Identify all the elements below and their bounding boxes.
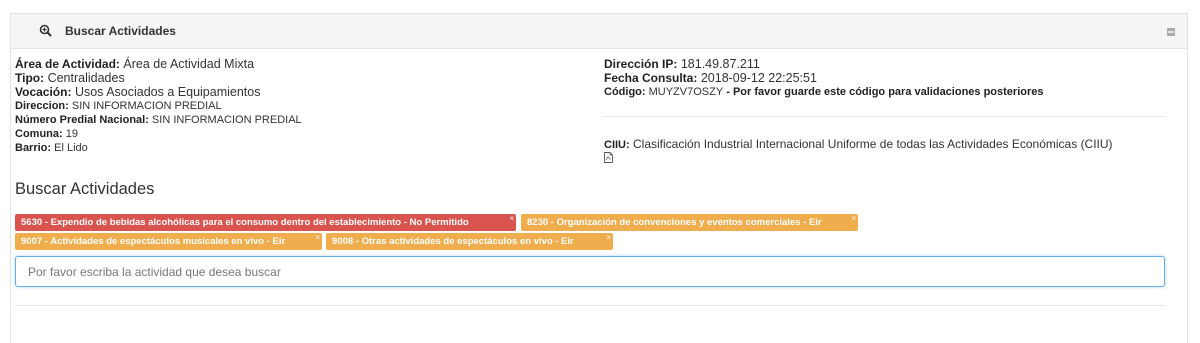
- pdf-file-icon[interactable]: [604, 152, 613, 163]
- info-value: 181.49.87.211: [677, 57, 760, 71]
- info-area-actividad: Área de Actividad: Área de Actividad Mix…: [15, 57, 595, 71]
- info-value: MUYZV7OSZY: [645, 86, 724, 98]
- info-tipo: Tipo: Centralidades: [15, 71, 595, 85]
- info-label: CIIU:: [604, 139, 630, 151]
- tag-label: 5630 - Expendio de bebidas alcohólicas p…: [21, 217, 469, 228]
- info-label: Área de Actividad:: [15, 57, 120, 71]
- tag-label: 8230 - Organización de convenciones y ev…: [527, 217, 822, 228]
- tag-remove-icon[interactable]: ×: [851, 210, 856, 227]
- info-ip: Dirección IP: 181.49.87.211: [604, 57, 1164, 71]
- tag-remove-icon[interactable]: ×: [315, 229, 320, 246]
- divider: [604, 116, 1164, 117]
- info-label: Comuna:: [15, 128, 63, 140]
- panel-title: Buscar Actividades: [65, 24, 176, 38]
- ciiu-value: Clasificación Industrial Internacional U…: [629, 137, 1113, 151]
- info-value: Área de Actividad Mixta: [119, 57, 255, 71]
- info-comuna: Comuna: 19: [15, 127, 595, 141]
- info-numero-predial: Número Predial Nacional: SIN INFORMACION…: [15, 113, 595, 127]
- info-value: Centralidades: [44, 71, 125, 85]
- info-vocacion: Vocación: Usos Asociados a Equipamientos: [15, 85, 595, 99]
- activity-search-input[interactable]: [15, 256, 1165, 287]
- info-label: Fecha Consulta:: [604, 71, 698, 85]
- tag-label: 9008 - Otras actividades de espectáculos…: [332, 236, 574, 247]
- activity-tag-9007[interactable]: 9007 - Actividades de espectáculos music…: [15, 233, 322, 250]
- info-label: Barrio:: [15, 142, 52, 154]
- section-title: Buscar Actividades: [15, 180, 155, 198]
- info-direccion: Direccion: SIN INFORMACION PREDIAL: [15, 99, 595, 113]
- panel-header: Buscar Actividades: [11, 14, 1187, 49]
- search-plus-icon: [39, 24, 52, 37]
- codigo-note: - Por favor guarde este código para vali…: [723, 86, 1044, 98]
- info-label: Vocación:: [15, 85, 72, 99]
- tag-remove-icon[interactable]: ×: [606, 229, 611, 246]
- info-value: Usos Asociados a Equipamientos: [71, 85, 261, 99]
- info-label: Número Predial Nacional:: [15, 114, 149, 126]
- info-value: SIN INFORMACION PREDIAL: [148, 114, 302, 126]
- activity-tag-9008[interactable]: 9008 - Otras actividades de espectáculos…: [326, 233, 613, 250]
- info-value: El Lido: [51, 142, 88, 154]
- query-info: Dirección IP: 181.49.87.211 Fecha Consul…: [604, 57, 1164, 99]
- info-label: Código:: [604, 86, 646, 98]
- info-value: 2018-09-12 22:25:51: [697, 71, 817, 85]
- info-value: SIN INFORMACION PREDIAL: [68, 100, 222, 112]
- collapse-icon[interactable]: [1167, 28, 1175, 36]
- info-label: Tipo:: [15, 71, 45, 85]
- info-label: Dirección IP:: [604, 57, 678, 71]
- activity-tag-8230[interactable]: 8230 - Organización de convenciones y ev…: [521, 214, 858, 231]
- property-info: Área de Actividad: Área de Actividad Mix…: [15, 57, 595, 155]
- info-codigo: Código: MUYZV7OSZY - Por favor guarde es…: [604, 85, 1164, 99]
- tag-label: 9007 - Actividades de espectáculos music…: [21, 236, 286, 247]
- ciiu-info: CIIU: Clasificación Industrial Internaci…: [604, 137, 1113, 153]
- info-fecha-consulta: Fecha Consulta: 2018-09-12 22:25:51: [604, 71, 1164, 85]
- tag-remove-icon[interactable]: ×: [509, 210, 514, 227]
- activity-tag-5630[interactable]: 5630 - Expendio de bebidas alcohólicas p…: [15, 214, 516, 231]
- info-label: Direccion:: [15, 100, 69, 112]
- info-value: 19: [62, 128, 78, 140]
- info-barrio: Barrio: El Lido: [15, 141, 595, 155]
- divider: [15, 305, 1165, 306]
